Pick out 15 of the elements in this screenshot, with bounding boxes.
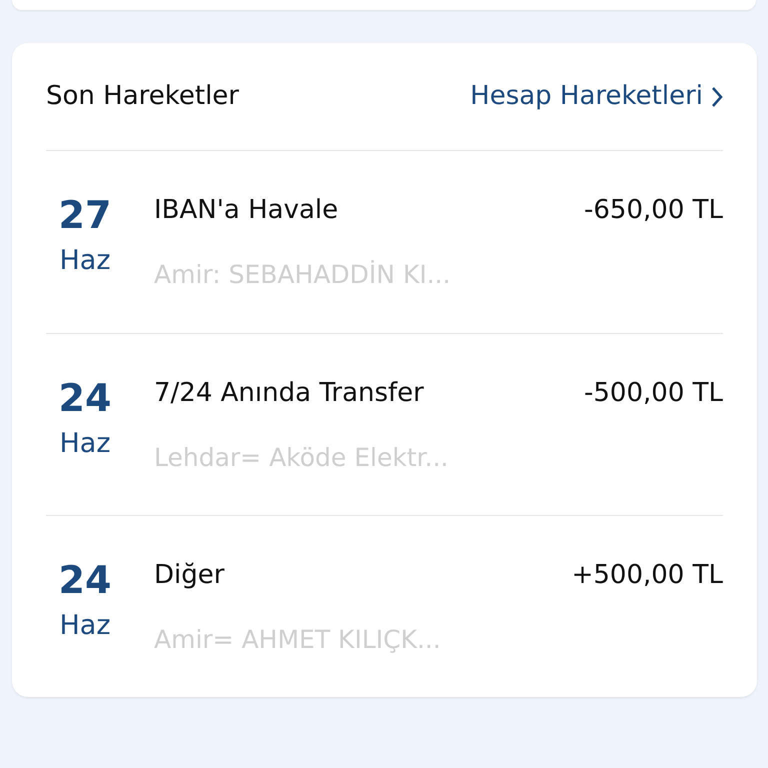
date-month: Haz — [59, 608, 111, 643]
account-transactions-link[interactable]: Hesap Hareketleri — [470, 77, 723, 116]
transaction-amount: +500,00 TL — [572, 560, 723, 592]
transaction-amount: -650,00 TL — [584, 195, 723, 226]
transaction-title: Diğer — [154, 560, 224, 592]
transaction-title: IBAN'a Havale — [154, 195, 338, 226]
transaction-title: 7/24 Anında Transfer — [154, 378, 424, 410]
date-day: 24 — [58, 560, 112, 602]
date-day: 27 — [58, 195, 112, 237]
section-title: Son Hareketler — [46, 80, 239, 113]
chevron-right-icon — [711, 86, 723, 108]
date-day: 24 — [58, 378, 112, 420]
date-month: Haz — [59, 426, 111, 461]
date-month: Haz — [59, 244, 111, 278]
transaction-amount: -500,00 TL — [584, 378, 723, 410]
